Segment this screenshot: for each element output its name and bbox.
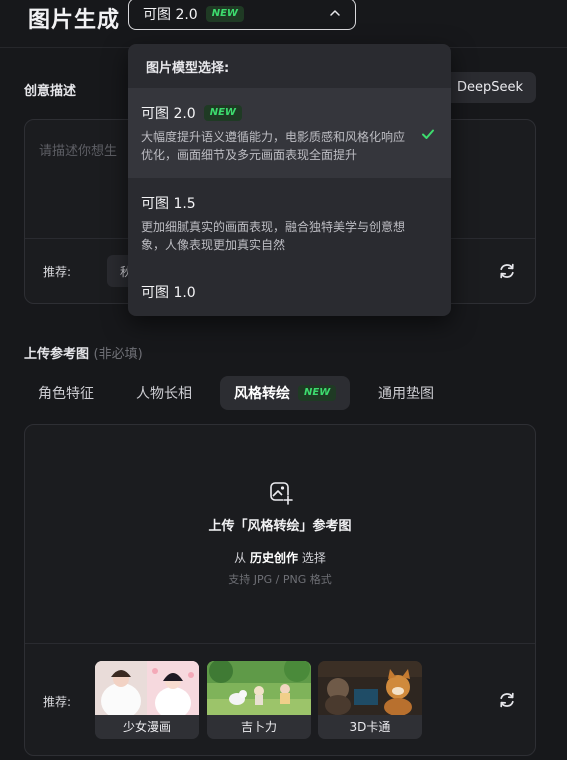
refresh-icon[interactable] [497, 261, 517, 281]
upload-dropzone[interactable]: 上传「风格转绘」参考图 从 历史创作 选择 支持 JPG / PNG 格式 推荐… [24, 424, 536, 756]
option-name-text: 可图 1.0 [141, 285, 196, 301]
option-description: 大幅度提升语义遵循能力，电影质感和风格化响应优化，画面细节及多元画面表现全面提升 [141, 130, 406, 162]
style-card-shoujo-manga[interactable]: 少女漫画 [95, 661, 199, 739]
tab-label: 角色特征 [38, 386, 94, 402]
history-prefix: 从 [234, 551, 247, 565]
optional-note: (非必填) [93, 347, 143, 362]
upload-recommend-label: 推荐: [43, 695, 72, 709]
model-select-value: 可图 2.0 [143, 7, 198, 23]
page-title: 图片生成 [28, 8, 121, 33]
upload-title: 上传「风格转绘」参考图 [208, 519, 352, 534]
dropdown-heading: 图片模型选择: [146, 61, 230, 76]
prompt-section-label: 创意描述 [24, 84, 77, 99]
style-card-label: 吉卜力 [207, 715, 311, 739]
new-badge: NEW [203, 105, 242, 121]
shoujo-manga-thumbnail [95, 661, 199, 715]
image-add-icon [270, 482, 293, 505]
upload-section-label: 上传参考图 (非必填) [24, 343, 143, 362]
history-link[interactable]: 历史创作 [250, 551, 298, 565]
model-option-1-5[interactable]: 可图 1.5 更加细腻真实的画面表现，融合独特美学与创意想象，人像表现更加真实自… [128, 178, 451, 264]
style-card-label: 少女漫画 [95, 715, 199, 739]
option-description: 更加细腻真实的画面表现，融合独特美学与创意想象，人像表现更加真实自然 [141, 220, 406, 252]
new-badge: NEW [205, 6, 244, 22]
style-card-ghibli[interactable]: 吉卜力 [207, 661, 311, 739]
model-dropdown: 图片模型选择: 可图 2.0 NEW 大幅度提升语义遵循能力，电影质感和风格化响… [128, 44, 451, 316]
option-name: 可图 2.0 NEW [141, 103, 242, 123]
style-card-3d-cartoon[interactable]: 3D卡通 [318, 661, 422, 739]
tab-label: 通用垫图 [378, 386, 434, 402]
upload-label-text: 上传参考图 [24, 347, 90, 362]
option-name: 可图 1.0 [141, 282, 196, 302]
3d-cartoon-thumbnail [318, 661, 422, 715]
tab-label: 人物长相 [136, 386, 192, 402]
reference-tabs: 角色特征 人物长相 风格转绘 NEW 通用垫图 [24, 376, 536, 412]
tab-character-features[interactable]: 角色特征 [38, 376, 94, 410]
option-name: 可图 1.5 [141, 193, 196, 213]
model-select[interactable]: 可图 2.0 NEW [128, 0, 356, 30]
option-name-text: 可图 2.0 [141, 106, 196, 122]
chevron-up-icon [330, 10, 340, 16]
history-suffix: 选择 [301, 551, 326, 565]
supported-formats: 支持 JPG / PNG 格式 [228, 573, 332, 586]
deepseek-button[interactable]: DeepSeek [444, 72, 536, 103]
ghibli-thumbnail [207, 661, 311, 715]
divider [25, 643, 535, 644]
tab-style-transfer[interactable]: 风格转绘 NEW [220, 376, 351, 410]
tab-general-base-image[interactable]: 通用垫图 [378, 376, 434, 410]
tab-label: 风格转绘 [234, 386, 290, 402]
refresh-icon[interactable] [497, 690, 517, 710]
model-option-2-0[interactable]: 可图 2.0 NEW 大幅度提升语义遵循能力，电影质感和风格化响应优化，画面细节… [128, 88, 451, 178]
style-card-label: 3D卡通 [318, 715, 422, 739]
new-badge: NEW [298, 385, 337, 401]
model-option-1-0[interactable]: 可图 1.0 [128, 264, 451, 316]
check-icon [422, 129, 434, 139]
prompt-recommend-label: 推荐: [43, 265, 72, 279]
tab-face-likeness[interactable]: 人物长相 [136, 376, 192, 410]
option-name-text: 可图 1.5 [141, 196, 196, 212]
history-select-line: 从 历史创作 选择 [25, 549, 535, 566]
header: 图片生成 可图 2.0 NEW [0, 0, 567, 48]
